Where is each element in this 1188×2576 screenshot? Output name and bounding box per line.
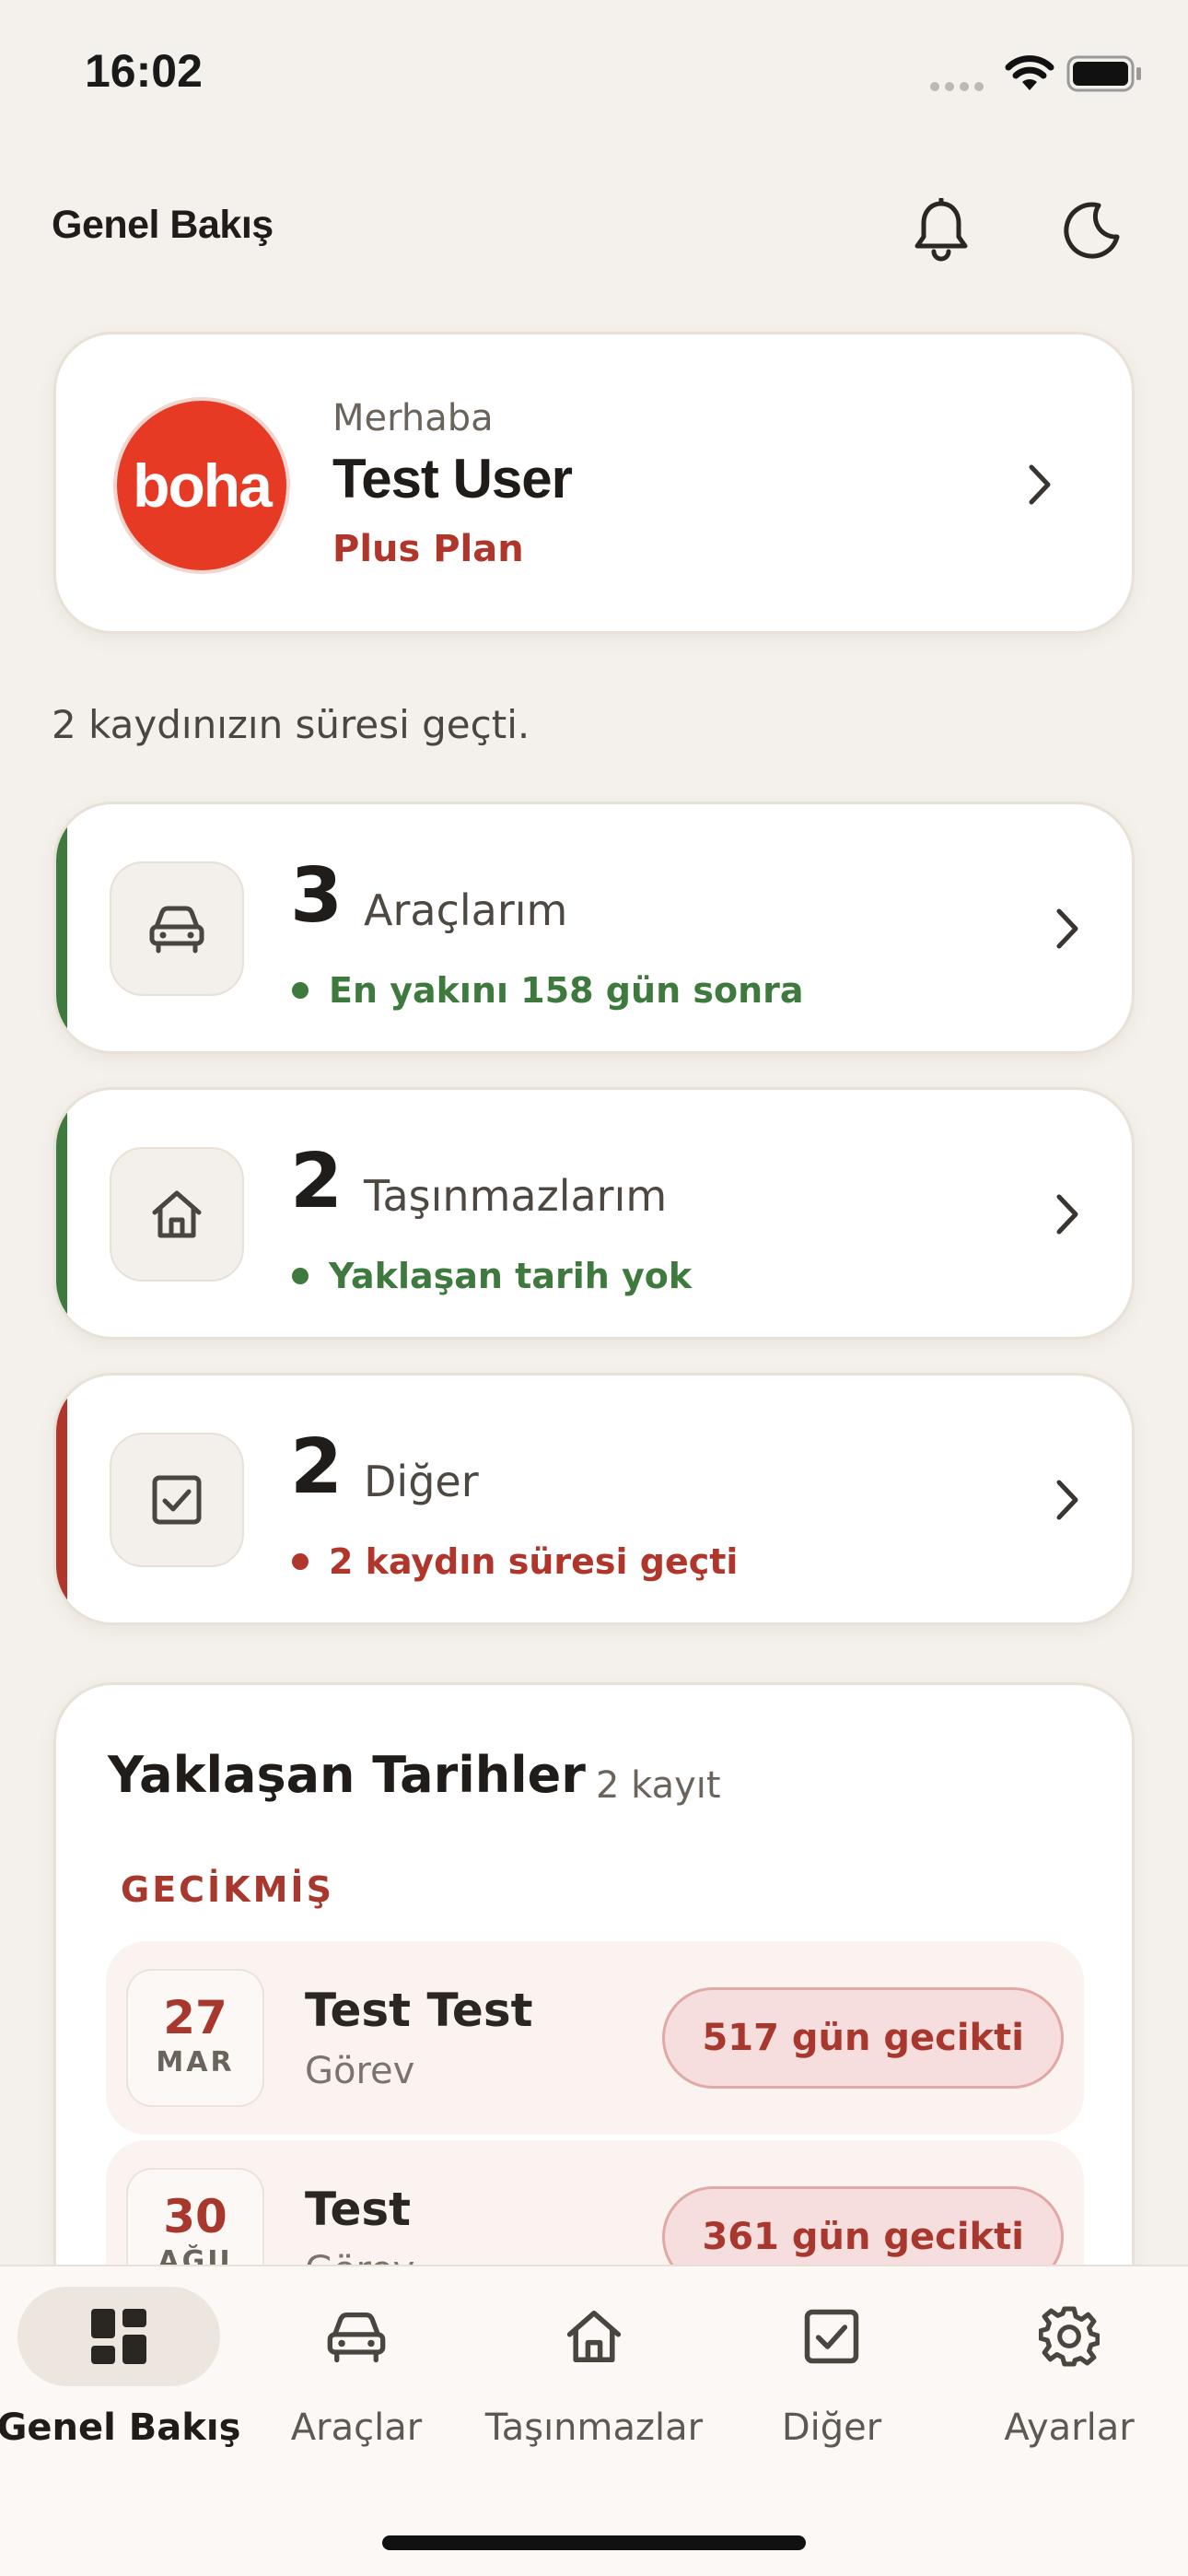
- chevron-right-icon: [1056, 1480, 1078, 1520]
- category-card-properties[interactable]: 2 Taşınmazlarım Yaklaşan tarih yok: [53, 1087, 1135, 1340]
- greeting-text: Merhaba: [332, 397, 494, 439]
- theme-toggle-button[interactable]: [1051, 189, 1134, 272]
- bottom-tab-bar: Genel Bakış Araçlar Taşınmazlar Diğer Ay…: [0, 2265, 1188, 2576]
- category-card-other[interactable]: 2 Diğer 2 kaydın süresi geçti: [53, 1373, 1135, 1625]
- status-stripe: [56, 1376, 67, 1622]
- category-label: Diğer: [364, 1457, 479, 1506]
- overdue-badge: 517 gün gecikti: [662, 1987, 1064, 2089]
- status-time: 16:02: [85, 45, 203, 97]
- cellular-signal-icon: [930, 77, 989, 95]
- notifications-button[interactable]: [900, 189, 983, 272]
- category-count: 2: [290, 1423, 344, 1511]
- overdue-section-heading: GECİKMİŞ: [121, 1869, 334, 1910]
- event-day: 27: [163, 1991, 227, 2044]
- expired-summary-text: 2 kaydınızın süresi geçti.: [52, 702, 530, 747]
- plan-label: Plus Plan: [332, 528, 524, 570]
- event-month: MAR: [156, 2046, 235, 2078]
- home-indicator: [382, 2535, 806, 2550]
- checkbox-icon: [804, 2309, 859, 2364]
- chevron-right-icon: [1056, 1194, 1078, 1235]
- wifi-icon: [1005, 55, 1054, 90]
- tab-label: Ayarlar: [1004, 2406, 1135, 2449]
- tab-pill: [17, 2287, 220, 2386]
- tab-pill: [493, 2287, 695, 2386]
- category-icon-box: [110, 1147, 244, 1282]
- tab-label: Taşınmazlar: [484, 2406, 704, 2449]
- event-date-box: 27 MAR: [126, 1969, 264, 2107]
- battery-icon: [1066, 55, 1141, 92]
- upcoming-count: 2 kayıt: [596, 1764, 721, 1807]
- category-label: Taşınmazlarım: [364, 1171, 668, 1221]
- home-icon: [152, 1190, 202, 1238]
- bell-icon: [914, 198, 968, 262]
- status-dot: [292, 982, 309, 999]
- tab-label: Araçlar: [290, 2406, 423, 2449]
- car-icon: [149, 906, 204, 954]
- status-dot: [292, 1553, 309, 1570]
- event-title: Test Test: [305, 1984, 533, 2037]
- tab-label: Genel Bakış: [0, 2406, 241, 2449]
- category-card-vehicles[interactable]: 3 Araçlarım En yakını 158 gün sonra: [53, 802, 1135, 1054]
- home-icon: [566, 2310, 622, 2363]
- category-status: Yaklaşan tarih yok: [292, 1256, 692, 1296]
- upcoming-title: Yaklaşan Tarihler: [108, 1746, 586, 1804]
- car-icon: [327, 2312, 386, 2363]
- category-status: En yakını 158 gün sonra: [292, 970, 804, 1011]
- avatar: boha: [113, 397, 290, 574]
- status-stripe: [56, 804, 67, 1051]
- moon-icon: [1064, 202, 1120, 259]
- category-icon-box: [110, 861, 244, 996]
- category-status-text: 2 kaydın süresi geçti: [329, 1541, 739, 1582]
- dashboard-icon: [91, 2309, 146, 2364]
- tab-other[interactable]: Diğer: [713, 2287, 950, 2471]
- category-status-text: Yaklaşan tarih yok: [329, 1256, 693, 1296]
- tab-overview[interactable]: Genel Bakış: [0, 2287, 241, 2471]
- category-count: 3: [290, 852, 344, 940]
- tab-settings[interactable]: Ayarlar: [950, 2287, 1188, 2471]
- tab-vehicles[interactable]: Araçlar: [238, 2287, 475, 2471]
- event-day: 30: [163, 2190, 227, 2243]
- checkbox-icon: [152, 1475, 202, 1525]
- gear-icon: [1039, 2306, 1100, 2367]
- tab-pill: [968, 2287, 1171, 2386]
- status-dot: [292, 1268, 309, 1284]
- chevron-right-icon: [1029, 464, 1051, 505]
- tab-properties[interactable]: Taşınmazlar: [475, 2287, 713, 2471]
- category-label: Araçlarım: [364, 885, 568, 935]
- user-name: Test User: [332, 448, 573, 509]
- category-count: 2: [290, 1138, 344, 1225]
- tab-pill: [730, 2287, 933, 2386]
- event-row[interactable]: 27 MAR Test Test Görev 517 gün gecikti: [106, 1941, 1084, 2135]
- tab-pill: [255, 2287, 458, 2386]
- event-title: Test: [305, 2183, 412, 2236]
- avatar-logo-text: boha: [133, 451, 273, 520]
- status-stripe: [56, 1090, 67, 1337]
- chevron-right-icon: [1056, 908, 1078, 949]
- category-status: 2 kaydın süresi geçti: [292, 1541, 738, 1582]
- category-icon-box: [110, 1433, 244, 1567]
- category-status-text: En yakını 158 gün sonra: [329, 970, 804, 1011]
- page-title: Genel Bakış: [52, 203, 274, 247]
- profile-card[interactable]: boha Merhaba Test User Plus Plan: [53, 332, 1135, 634]
- event-type: Görev: [305, 2050, 415, 2092]
- tab-label: Diğer: [781, 2406, 882, 2449]
